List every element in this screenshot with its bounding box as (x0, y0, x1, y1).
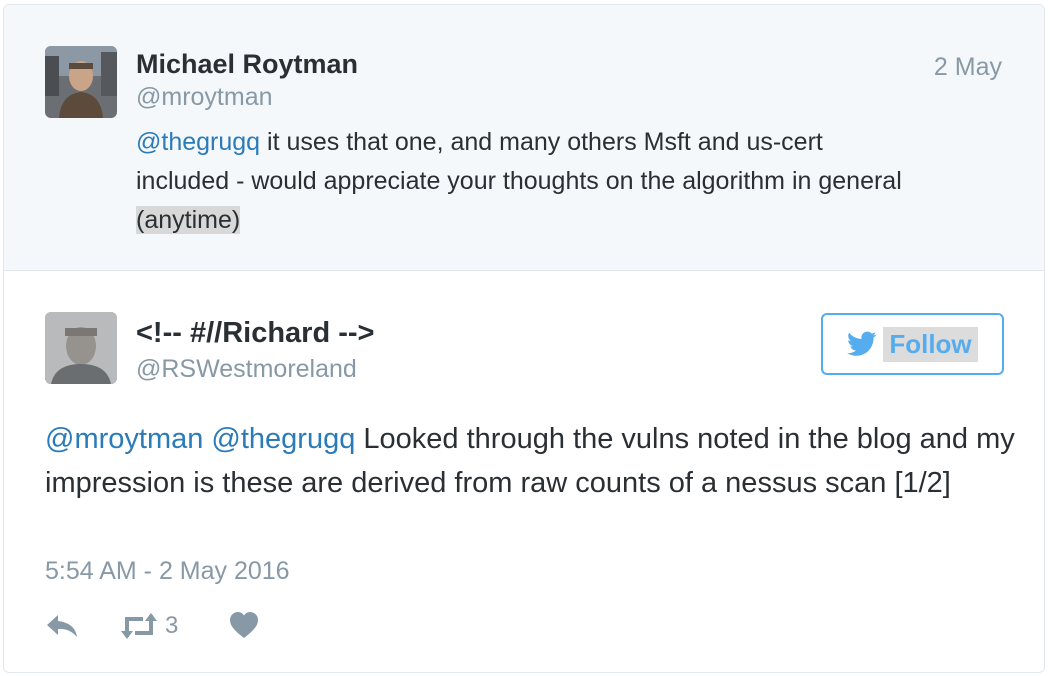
like-button[interactable] (229, 611, 259, 639)
mention-link[interactable]: @mroytman (45, 423, 203, 455)
author-handle[interactable]: @mroytman (136, 83, 273, 112)
tweet-text: @mroytman @thegrugq Looked through the v… (45, 417, 1015, 505)
reply-button[interactable] (45, 611, 79, 641)
follow-label: Follow (883, 326, 978, 362)
tweet-timestamp[interactable]: 5:54 AM - 2 May 2016 (45, 557, 290, 586)
avatar[interactable] (45, 312, 117, 384)
highlighted-text: (anytime) (136, 206, 241, 234)
author-name[interactable]: Michael Roytman (136, 49, 358, 80)
tweet-card: Michael Roytman @mroytman 2 May @thegrug… (3, 4, 1045, 673)
tweet-text-part: included - would appreciate your thought… (136, 167, 902, 195)
retweet-count: 3 (165, 612, 179, 639)
avatar[interactable] (45, 46, 117, 118)
tweet-text-part: it uses that one, and many others Msft a… (260, 128, 823, 156)
tweet-date[interactable]: 2 May (934, 53, 1002, 82)
parent-tweet[interactable]: Michael Roytman @mroytman 2 May @thegrug… (4, 5, 1044, 271)
mention-link[interactable]: @thegrugq (211, 423, 355, 455)
retweet-icon (121, 613, 157, 639)
reply-icon (47, 615, 77, 637)
author-name[interactable]: <!-- #//Richard --> (136, 317, 375, 350)
follow-button[interactable]: Follow (821, 313, 1004, 375)
twitter-bird-icon (847, 331, 877, 356)
mention-link[interactable]: @thegrugq (136, 128, 260, 156)
tweet-text: @thegrugq it uses that one, and many oth… (136, 123, 1016, 240)
author-handle[interactable]: @RSWestmoreland (136, 355, 357, 384)
heart-icon (230, 612, 258, 638)
retweet-button[interactable]: 3 (119, 611, 178, 641)
